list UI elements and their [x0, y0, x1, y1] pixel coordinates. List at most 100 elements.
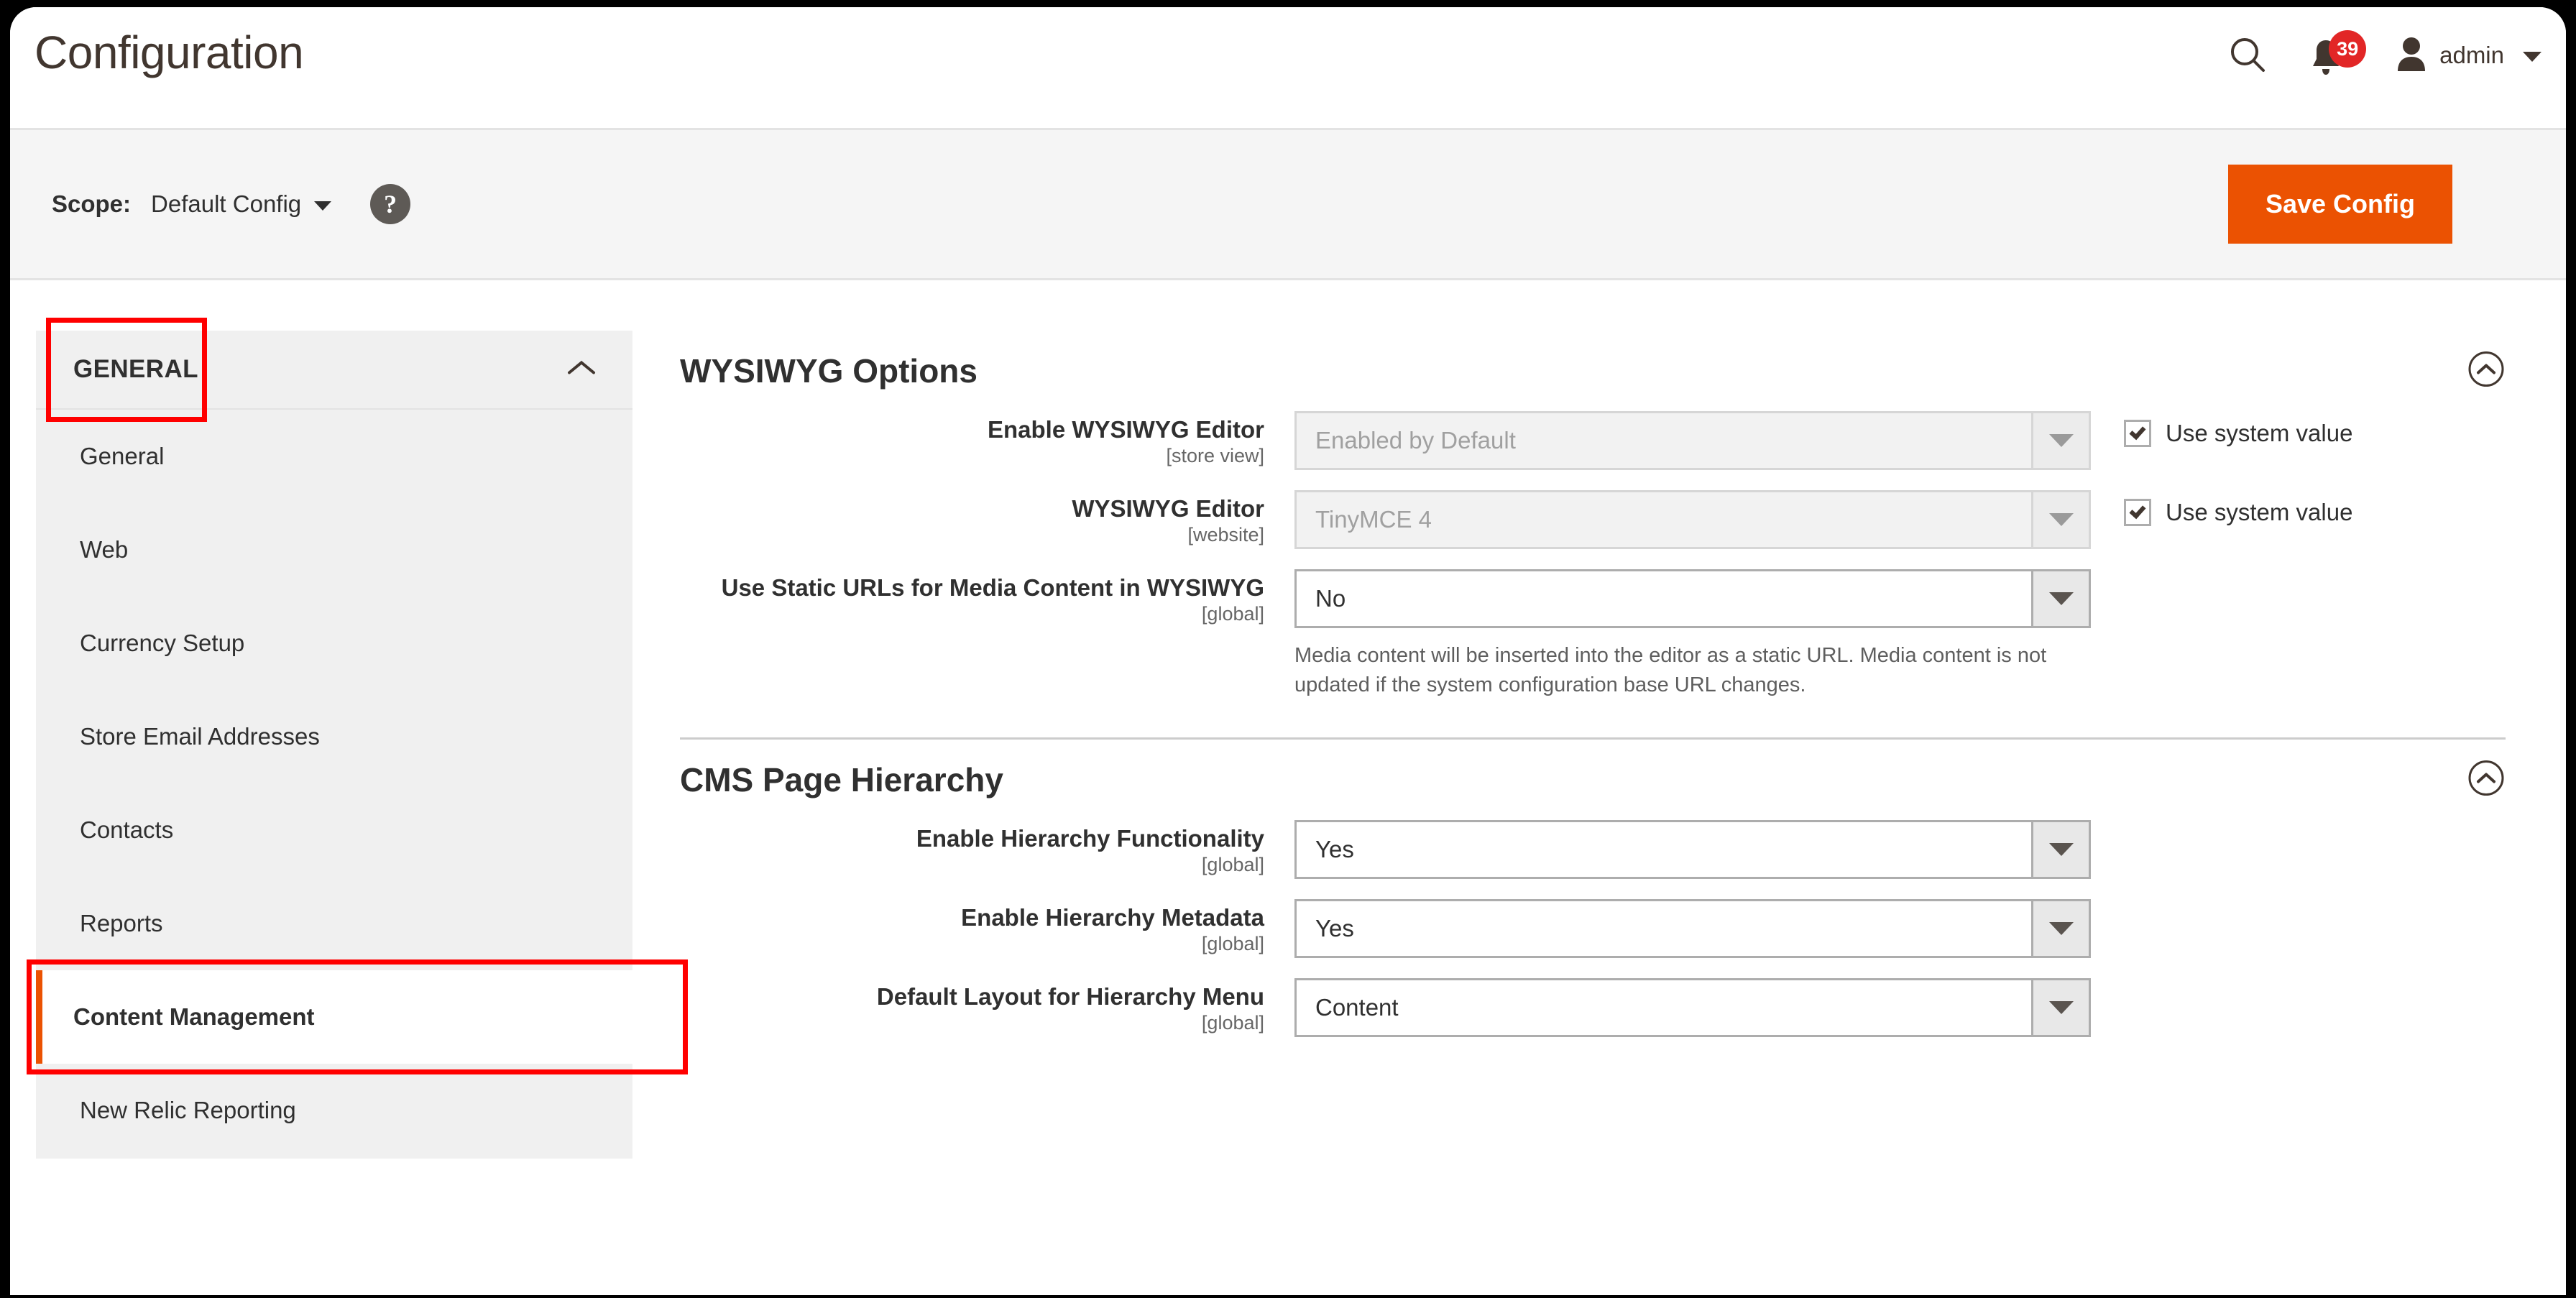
select-selected-value: TinyMCE 4 — [1315, 506, 1432, 533]
sidebar-item-list: General Web Currency Setup Store Email Addr… — [27, 410, 688, 1159]
caret-down-icon[interactable] — [2031, 822, 2089, 878]
sidebar-item-currency-setup[interactable]: Currency Setup — [36, 597, 632, 690]
select-enable-hierarchy-functionality[interactable]: Yes — [1294, 820, 2091, 880]
select-selected-value: Yes — [1315, 836, 1354, 863]
sidebar-item-label: Currency Setup — [80, 630, 245, 656]
sidebar-item-label: Reports — [80, 910, 163, 936]
caret-down-glyph — [2048, 434, 2074, 447]
select-selected-value: Yes — [1315, 915, 1354, 942]
field-label: Enable Hierarchy Metadata — [961, 904, 1264, 931]
sidebar-item-general[interactable]: General — [36, 410, 632, 503]
sidebar-item-label: Store Email Addresses — [80, 723, 320, 750]
config-main-content: WYSIWYG Options Enable WYSIWYG Editor [sto… — [680, 331, 2520, 1057]
use-system-value-group: Use system value — [2092, 490, 2352, 526]
sidebar-section-label: GENERAL — [73, 355, 198, 383]
caret-down-icon[interactable] — [2031, 571, 2089, 626]
sidebar-item-contacts[interactable]: Contacts — [36, 783, 632, 877]
field-label: Enable Hierarchy Functionality — [916, 825, 1264, 852]
scope-selector[interactable]: Default Config — [151, 190, 332, 218]
field-label-group: Enable Hierarchy Metadata [global] — [680, 899, 1294, 955]
save-config-button[interactable]: Save Config — [2227, 165, 2452, 244]
sidebar-item-content-management[interactable]: Content Management — [27, 959, 688, 1074]
use-system-value-checkbox[interactable] — [2124, 420, 2151, 447]
field-label: WYSIWYG Editor — [1072, 495, 1264, 522]
page-title: Configuration — [34, 27, 304, 78]
select-wysiwyg-editor: TinyMCE 4 — [1294, 490, 2091, 549]
section-header-cms-page-hierarchy[interactable]: CMS Page Hierarchy — [680, 740, 2520, 820]
scope-controls: Scope: Default Config ? — [52, 130, 411, 278]
admin-page: Configuration 39 admin Scope: Default Co… — [10, 7, 2566, 1295]
help-icon[interactable]: ? — [370, 184, 411, 224]
caret-down-icon — [2031, 413, 2089, 468]
notifications-wrapper: 39 — [2301, 29, 2367, 82]
field-control-group: TinyMCE 4 — [1294, 490, 2092, 549]
field-label-group: Enable WYSIWYG Editor [store view] — [680, 411, 1294, 467]
header-actions: 39 admin — [2211, 29, 2544, 82]
sidebar-item-new-relic-reporting[interactable]: New Relic Reporting — [36, 1064, 632, 1157]
sidebar-section-general[interactable]: GENERAL — [36, 318, 632, 422]
section-header-wysiwyg-options[interactable]: WYSIWYG Options — [680, 331, 2520, 411]
sidebar-item-store-email-addresses[interactable]: Store Email Addresses — [36, 690, 632, 783]
scope-selected-value: Default Config — [151, 190, 302, 217]
field-row: Enable WYSIWYG Editor [store view] Enabled… — [680, 411, 2520, 470]
sidebar-item-label: New Relic Reporting — [80, 1097, 296, 1123]
field-label: Default Layout for Hierarchy Menu — [876, 983, 1264, 1011]
field-label: Use Static URLs for Media Content in WYS… — [721, 574, 1264, 601]
select-default-layout-for-hierarchy-menu[interactable]: Content — [1294, 978, 2091, 1038]
chevron-down-icon — [2523, 52, 2542, 62]
search-button[interactable] — [2211, 29, 2286, 82]
caret-down-icon — [2031, 492, 2089, 547]
field-row: Default Layout for Hierarchy Menu [global… — [680, 978, 2520, 1038]
select-selected-value: Content — [1315, 994, 1399, 1021]
section-title: CMS Page Hierarchy — [680, 761, 1003, 799]
field-row: Use Static URLs for Media Content in WYS… — [680, 569, 2520, 700]
sidebar-item-web[interactable]: Web — [36, 503, 632, 597]
field-label-group: WYSIWYG Editor [website] — [680, 490, 1294, 546]
use-system-value-label[interactable]: Use system value — [2166, 499, 2352, 526]
select-enable-hierarchy-metadata[interactable]: Yes — [1294, 899, 2091, 959]
sidebar-item-label: Web — [80, 536, 129, 563]
field-label-group: Enable Hierarchy Functionality [global] — [680, 820, 1294, 876]
user-avatar-icon — [2395, 35, 2428, 76]
page-header: Configuration 39 admin — [10, 7, 2566, 128]
sidebar-item-reports[interactable]: Reports — [36, 877, 632, 970]
field-scope-label: [global] — [1201, 854, 1264, 876]
user-menu-button[interactable]: admin — [2379, 29, 2544, 82]
field-scope-label: [global] — [1201, 602, 1264, 625]
caret-down-glyph — [2048, 1001, 2074, 1015]
config-sidebar: GENERAL General Web Currency Setup Store Em… — [27, 318, 688, 1159]
field-row: Enable Hierarchy Metadata [global] Yes — [680, 899, 2520, 959]
use-system-value-label[interactable]: Use system value — [2166, 420, 2352, 447]
field-control-group: Content — [1294, 978, 2092, 1038]
caret-down-glyph — [2048, 513, 2074, 526]
field-control-group: No Media content will be inserted into th… — [1294, 569, 2092, 700]
field-row: Enable Hierarchy Functionality [global] Ye… — [680, 820, 2520, 880]
select-use-static-urls-for-media-content-in-wysiwyg[interactable]: No — [1294, 569, 2091, 628]
user-name-label: admin — [2439, 42, 2504, 68]
select-selected-value: Enabled by Default — [1315, 427, 1516, 454]
notification-count-badge: 39 — [2329, 30, 2367, 68]
scope-label: Scope: — [52, 190, 132, 217]
field-scope-label: [website] — [1187, 523, 1264, 546]
caret-down-glyph — [2048, 843, 2074, 857]
field-help-note: Media content will be inserted into the … — [1294, 644, 2047, 697]
notifications-button[interactable]: 39 — [2286, 29, 2379, 82]
field-control-group: Yes — [1294, 820, 2092, 880]
chevron-down-icon — [314, 201, 332, 211]
chevron-up-icon[interactable] — [2467, 759, 2506, 801]
select-selected-value: No — [1315, 585, 1346, 612]
use-system-value-checkbox[interactable] — [2124, 499, 2151, 526]
field-scope-label: [global] — [1201, 933, 1264, 955]
screenshot-frame: Configuration 39 admin Scope: Default Co… — [0, 0, 2576, 1298]
sidebar-item-label: General — [80, 443, 165, 469]
chevron-up-icon — [565, 358, 598, 382]
caret-down-icon[interactable] — [2031, 901, 2089, 957]
field-label-group: Use Static URLs for Media Content in WYS… — [680, 569, 1294, 625]
scope-bar: Scope: Default Config ? Save Config — [10, 128, 2566, 280]
caret-down-icon[interactable] — [2031, 980, 2089, 1036]
field-row: WYSIWYG Editor [website] TinyMCE 4 Use syst… — [680, 490, 2520, 549]
select-enable-wysiwyg-editor: Enabled by Default — [1294, 411, 2091, 470]
field-label-group: Default Layout for Hierarchy Menu [global… — [680, 978, 1294, 1034]
field-scope-label: [store view] — [1166, 444, 1264, 466]
chevron-up-icon[interactable] — [2467, 350, 2506, 392]
